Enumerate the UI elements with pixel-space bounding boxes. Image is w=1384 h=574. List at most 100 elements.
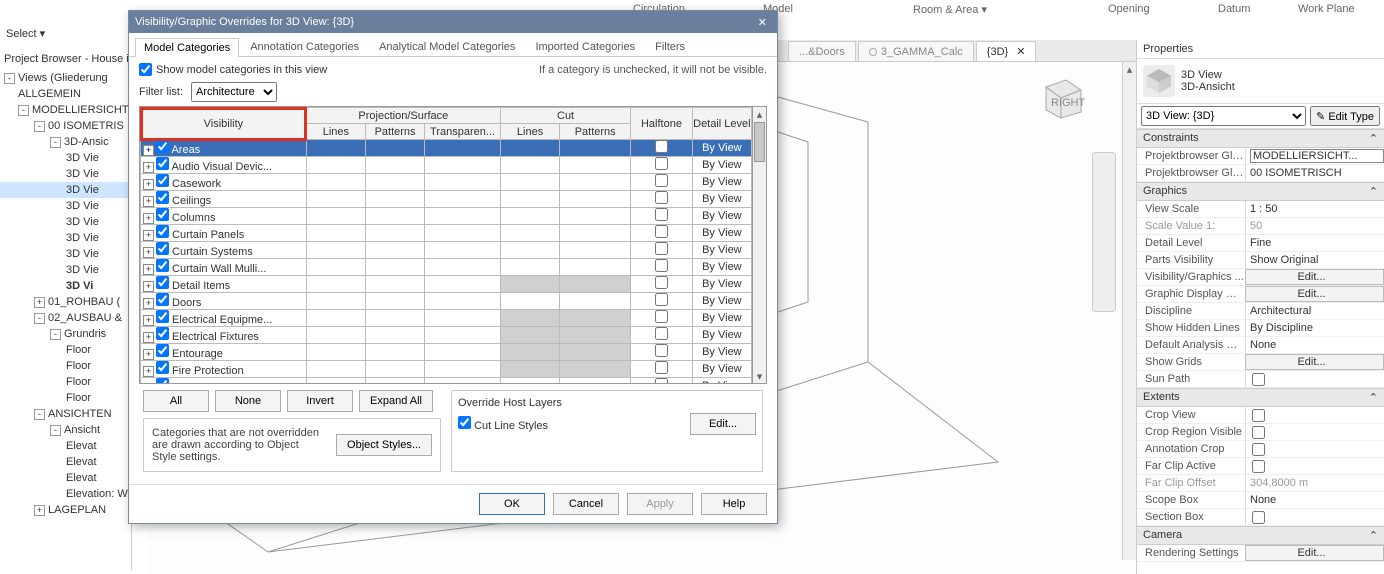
override-cell[interactable] [500, 276, 559, 293]
halftone-checkbox[interactable] [655, 191, 668, 204]
tree-node[interactable]: Floor [0, 342, 131, 358]
property-row[interactable]: Show GridsEdit... [1137, 354, 1384, 371]
property-value[interactable]: None [1245, 337, 1384, 353]
override-cell[interactable] [500, 259, 559, 276]
tree-node[interactable]: 3D Vi [0, 278, 131, 294]
invert-button[interactable]: Invert [287, 390, 353, 412]
property-row[interactable]: Show Hidden LinesBy Discipline [1137, 320, 1384, 337]
property-checkbox[interactable] [1252, 511, 1265, 524]
override-cell[interactable] [500, 174, 559, 191]
collapse-icon[interactable]: ⌃ [1369, 185, 1378, 198]
override-cell[interactable] [500, 361, 559, 378]
property-group-header[interactable]: Extents⌃ [1137, 388, 1384, 407]
category-row[interactable]: + EntourageBy View [141, 344, 752, 361]
visibility-checkbox[interactable] [156, 225, 169, 238]
override-cell[interactable] [500, 191, 559, 208]
category-row[interactable]: + Curtain PanelsBy View [141, 225, 752, 242]
property-group-header[interactable]: Constraints⌃ [1137, 129, 1384, 148]
tree-toggle-icon[interactable]: - [50, 329, 61, 340]
category-row[interactable]: + Audio Visual Devic...By View [141, 157, 752, 174]
halftone-checkbox[interactable] [655, 208, 668, 221]
show-categories-checkbox[interactable]: Show model categories in this view [139, 63, 327, 76]
override-cell[interactable] [500, 225, 559, 242]
override-cell[interactable] [500, 344, 559, 361]
override-cell[interactable] [306, 174, 365, 191]
expand-icon[interactable]: + [143, 281, 154, 292]
scroll-up-icon[interactable]: ▴ [753, 107, 766, 121]
property-value[interactable]: Fine [1245, 235, 1384, 251]
expand-icon[interactable]: + [143, 247, 154, 258]
show-categories-input[interactable] [139, 63, 152, 76]
cut-line-styles-checkbox[interactable]: Cut Line Styles [458, 416, 548, 432]
property-row[interactable]: Rendering SettingsEdit... [1137, 545, 1384, 562]
object-styles-button[interactable]: Object Styles... [336, 434, 432, 456]
detail-level-cell[interactable]: By View [692, 310, 751, 327]
tree-toggle-icon[interactable]: - [34, 313, 45, 324]
category-row[interactable]: + DoorsBy View [141, 293, 752, 310]
tree-node[interactable]: 3D Vie [0, 198, 131, 214]
scroll-up-icon[interactable]: ▴ [1123, 62, 1136, 76]
categories-grid[interactable]: Visibility Projection/Surface Cut Halfto… [139, 106, 767, 384]
ribbon-tab[interactable]: Opening [1090, 3, 1168, 15]
scroll-thumb[interactable] [754, 122, 765, 162]
tree-node[interactable]: 3D Vie [0, 150, 131, 166]
select-dropdown[interactable]: Select ▾ [6, 27, 45, 40]
override-cell[interactable] [306, 157, 365, 174]
override-cell[interactable] [500, 140, 559, 157]
override-cell[interactable] [560, 344, 631, 361]
property-row[interactable]: Annotation Crop [1137, 441, 1384, 458]
help-button[interactable]: Help [701, 493, 767, 515]
override-cell[interactable] [560, 310, 631, 327]
tree-toggle-icon[interactable]: - [4, 73, 15, 84]
tree-node[interactable]: 3D Vie [0, 182, 131, 198]
property-row[interactable]: Default Analysis Di...None [1137, 337, 1384, 354]
detail-level-cell[interactable]: By View [692, 378, 751, 384]
detail-level-cell[interactable]: By View [692, 276, 751, 293]
tree-node[interactable]: -ANSICHTEN [0, 406, 131, 422]
tree-node[interactable]: -Grundris [0, 326, 131, 342]
category-row[interactable]: + Electrical Equipme...By View [141, 310, 752, 327]
halftone-checkbox[interactable] [655, 242, 668, 255]
property-value[interactable]: Edit... [1245, 286, 1384, 302]
override-cell[interactable] [425, 259, 501, 276]
halftone-checkbox[interactable] [655, 361, 668, 374]
property-row[interactable]: Far Clip Active [1137, 458, 1384, 475]
property-row[interactable]: Crop View [1137, 407, 1384, 424]
collapse-icon[interactable]: ⌃ [1369, 132, 1378, 145]
override-cell[interactable] [560, 225, 631, 242]
override-cell[interactable] [306, 361, 365, 378]
override-cell[interactable] [365, 276, 424, 293]
property-value[interactable]: 304,8000 m [1245, 475, 1384, 491]
override-cell[interactable] [365, 174, 424, 191]
property-value[interactable] [1245, 371, 1384, 387]
host-edit-button[interactable]: Edit... [690, 413, 756, 435]
override-cell[interactable] [560, 378, 631, 384]
view-cube[interactable]: RIGHT [1036, 72, 1086, 122]
halftone-checkbox[interactable] [655, 378, 668, 383]
override-cell[interactable] [500, 327, 559, 344]
col-visibility[interactable]: Visibility [141, 108, 307, 140]
property-row[interactable]: Sun Path [1137, 371, 1384, 388]
property-value[interactable]: Architectural [1245, 303, 1384, 319]
override-cell[interactable] [365, 208, 424, 225]
property-row[interactable]: Section Box [1137, 509, 1384, 526]
visibility-checkbox[interactable] [156, 361, 169, 374]
tree-node[interactable]: ALLGEMEIN [0, 86, 131, 102]
tree-node[interactable]: -3D-Ansic [0, 134, 131, 150]
category-row[interactable]: + Electrical FixturesBy View [141, 327, 752, 344]
expand-icon[interactable]: + [143, 298, 154, 309]
dialog-tab[interactable]: Model Categories [135, 38, 239, 57]
halftone-checkbox[interactable] [655, 310, 668, 323]
category-row[interactable]: + CeilingsBy View [141, 191, 752, 208]
expand-icon[interactable]: + [143, 179, 154, 190]
override-cell[interactable] [425, 327, 501, 344]
property-checkbox[interactable] [1252, 460, 1265, 473]
tree-node[interactable]: 3D Vie [0, 214, 131, 230]
property-value[interactable]: 1 : 50 [1245, 201, 1384, 217]
detail-level-cell[interactable]: By View [692, 259, 751, 276]
collapse-icon[interactable]: ⌃ [1369, 391, 1378, 404]
override-cell[interactable] [560, 276, 631, 293]
property-row[interactable]: DisciplineArchitectural [1137, 303, 1384, 320]
override-cell[interactable] [425, 191, 501, 208]
detail-level-cell[interactable]: By View [692, 327, 751, 344]
